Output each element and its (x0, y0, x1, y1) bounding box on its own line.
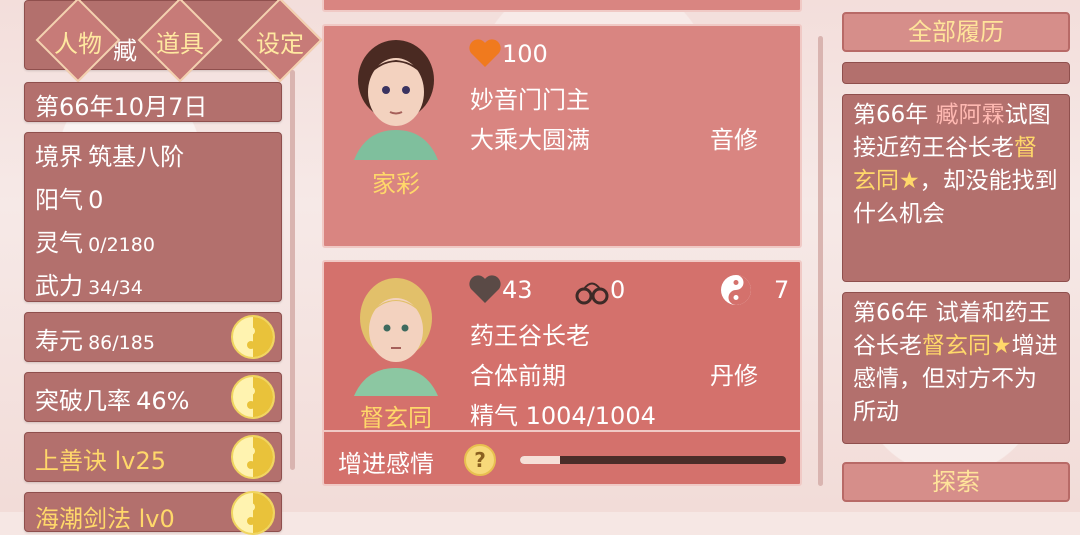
yinyang-white-icon (721, 275, 751, 305)
heart-icon (469, 39, 501, 67)
character-name: 督玄同 (360, 404, 432, 432)
log-year: 第66年 (853, 102, 929, 128)
explore-button[interactable]: 探索 (842, 462, 1070, 502)
date-panel: 第66年10月7日 (24, 82, 282, 122)
lifespan-row[interactable]: 寿元 86/185 (24, 312, 282, 362)
character-realm: 合体前期 (470, 362, 566, 390)
essence-value: 精气 1004/1004 (470, 402, 656, 430)
breakthrough-label: 突破几率 (35, 387, 131, 415)
skill-name: 海潮剑法 lv0 (35, 505, 175, 533)
character-type: 丹修 (710, 362, 758, 390)
breakthrough-row[interactable]: 突破几率 46% (24, 372, 282, 422)
spirit-label: 灵气 (35, 229, 83, 257)
realm-label: 境界 (35, 143, 83, 171)
yinyang-value: 7 (774, 276, 790, 304)
spirit-value: 0/2180 (88, 234, 155, 256)
history-button[interactable]: 全部履历 (842, 12, 1070, 52)
shackles-icon (575, 282, 609, 305)
character-title: 妙音门门主 (470, 86, 590, 114)
yinyang-icon[interactable] (231, 375, 275, 419)
log-entry: 第66年 试着和药王谷长老督玄同★增进感情，但对方不为所动 (842, 292, 1070, 444)
yinyang-icon[interactable] (231, 315, 275, 359)
skill-name: 上善诀 lv25 (35, 447, 167, 475)
affection-value: 100 (502, 40, 548, 68)
divider (324, 430, 800, 432)
force-label: 武力 (35, 272, 83, 300)
skill-row[interactable]: 海潮剑法 lv0 (24, 491, 282, 535)
yang-label: 阳气 (35, 186, 83, 214)
yinyang-icon[interactable] (231, 491, 275, 535)
action-label: 增进感情 (338, 450, 434, 478)
lifespan-value: 86/185 (88, 332, 155, 354)
character-name: 家彩 (372, 170, 420, 198)
nav-person-label: 人物 (54, 30, 102, 58)
lifespan-label: 寿元 (35, 327, 83, 355)
character-card[interactable]: 家彩 100 妙音门门主 大乘大圆满 音修 (322, 24, 802, 248)
yang-value: 0 (88, 186, 104, 214)
center-scrollbar[interactable] (818, 36, 823, 486)
portrait-female (354, 40, 438, 160)
left-scrollbar[interactable] (290, 70, 295, 470)
skill-row[interactable]: 上善诀 lv25 (24, 432, 282, 482)
affection-progress-bar (520, 456, 786, 464)
date-text: 第66年10月7日 (35, 93, 208, 121)
character-title: 药王谷长老 (470, 322, 590, 350)
nav-settings-label: 设定 (256, 30, 304, 58)
log-actor: 臧阿霖 (935, 102, 1005, 128)
portrait-male (354, 278, 438, 396)
log-entry: 第66年 臧阿霖试图接近药王谷长老督玄同★，却没能找到什么机会 (842, 94, 1070, 282)
nav-items-label: 道具 (156, 30, 204, 58)
log-year: 第66年 (853, 300, 929, 326)
heart-icon (469, 275, 501, 303)
yinyang-icon[interactable] (231, 435, 275, 479)
affection-progress-fill (520, 456, 560, 464)
realm-value: 筑基八阶 (88, 143, 185, 171)
shackles-value: 0 (610, 276, 626, 304)
card-top-edge (322, 0, 802, 12)
character-realm: 大乘大圆满 (470, 126, 590, 154)
breakthrough-value: 46% (136, 387, 190, 415)
force-value: 34/34 (88, 277, 143, 299)
log-top-edge (842, 62, 1070, 84)
character-card[interactable]: 督玄同 43 0 7 药王谷长老 合体前期 丹修 精气 1004/1004 增进… (322, 260, 802, 486)
affection-value: 43 (502, 276, 533, 304)
stats-panel: 境界 筑基八阶 阳气 0 灵气 0/2180 武力 34/34 (24, 132, 282, 302)
character-type: 音修 (710, 126, 758, 154)
log-target: 督玄同★ (922, 333, 1012, 359)
help-icon[interactable]: ? (464, 444, 496, 476)
